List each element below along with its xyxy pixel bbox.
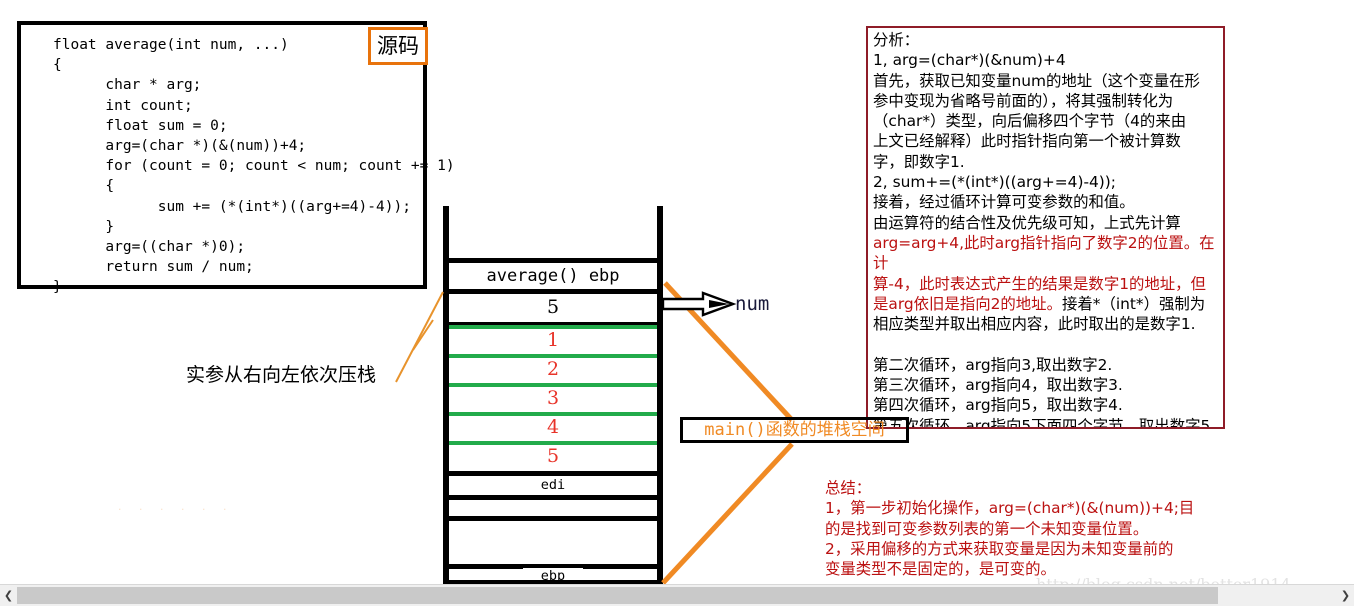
main-stack-space-label: main()函数的堆栈空间: [680, 417, 909, 443]
horizontal-scrollbar[interactable]: ❮ ❯: [0, 584, 1354, 606]
screenshot-canvas: float average(int num, ...) { char * arg…: [0, 0, 1354, 606]
summary-text-body: 总结： 1，第一步初始化操作，arg=(char*)(&(num))+4;目 的…: [825, 479, 1195, 579]
stack-cell-label: edi: [540, 477, 566, 493]
stack-divider-green: [449, 412, 657, 416]
analysis-text-body: 分析： 1, arg=(char*)(&num)+4 首先，获取已知变量num的…: [873, 30, 1223, 429]
stack-row: 4: [449, 414, 657, 443]
stack-row: edi: [449, 476, 657, 500]
source-code-listing: float average(int num, ...) { char * arg…: [53, 37, 455, 296]
analysis-part-black-1: 1, arg=(char*)(&num)+4 首先，获取已知变量num的地址（这…: [873, 51, 1200, 232]
stack-cell-label: 3: [546, 387, 560, 409]
stack-cell-label: average() ebp: [486, 266, 620, 286]
num-pointer-label: num: [735, 293, 770, 315]
stack-row: [449, 500, 657, 521]
faint-watermark-text: · · · · · ·: [118, 503, 234, 516]
stack-divider-green: [449, 354, 657, 358]
stack-cell-label: 5: [546, 296, 560, 318]
stack-cell-label: 2: [546, 358, 560, 380]
stack-divider-green: [449, 325, 657, 329]
analysis-panel: 分析： 1, arg=(char*)(&num)+4 首先，获取已知变量num的…: [866, 26, 1225, 429]
stack-row: 2: [449, 356, 657, 385]
scroll-left-arrow-icon[interactable]: ❮: [0, 585, 17, 606]
stack-row: 1: [449, 327, 657, 356]
stack-row: [449, 206, 657, 263]
source-code-box: float average(int num, ...) { char * arg…: [17, 21, 455, 295]
scrollbar-track[interactable]: [17, 587, 1337, 604]
stack-row: 5: [449, 294, 657, 327]
num-pointer-arrow-icon: [663, 291, 737, 317]
scroll-right-arrow-icon[interactable]: ❯: [1337, 585, 1354, 606]
analysis-title: 分析：: [873, 31, 920, 49]
scrollbar-thumb[interactable]: [17, 587, 1219, 604]
push-order-caption: 实参从右向左依次压栈: [186, 364, 377, 386]
source-code-tag-label: 源码: [368, 27, 428, 65]
stack-row: 3: [449, 385, 657, 414]
stack-row: average() ebp: [449, 263, 657, 294]
stack-divider-green: [449, 383, 657, 387]
stack-row: 5: [449, 443, 657, 476]
stack-divider-green: [449, 441, 657, 445]
analysis-part-black-2: 接着*（int*）强制为 相应类型并取出相应内容，此时取出的是数字1. 第二次循…: [873, 294, 1216, 429]
stack-diagram: average() ebp 5 1 2 3 4 5 edi ebp: [443, 206, 663, 585]
stack-cell-label: 4: [546, 416, 560, 438]
stack-cell-label: 5: [546, 445, 560, 467]
stack-row: [449, 521, 657, 569]
stack-cell-label: 1: [546, 329, 560, 351]
